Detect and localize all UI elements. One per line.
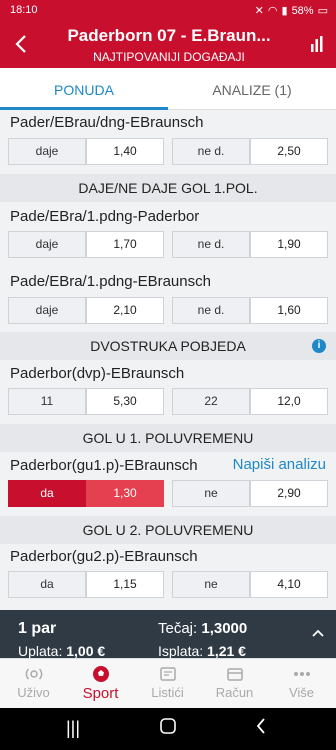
status-time: 18:10	[10, 4, 38, 16]
page-subtitle: NAJTIPOVANIJI DOGAĐAJI	[93, 50, 245, 64]
app-header: Paderborn 07 - E.Braun... NAJTIPOVANIJI …	[0, 22, 336, 68]
chevron-up-icon[interactable]	[312, 624, 324, 640]
system-nav-bar: |||	[0, 708, 336, 750]
tab-bar: PONUDA ANALIZE (1)	[0, 68, 336, 110]
football-icon	[92, 665, 110, 683]
nav-item-vise[interactable]: Više	[268, 659, 335, 709]
bottom-nav: Uživo Sport Listići Račun Više	[0, 658, 336, 708]
market-title: Paderbor(gu1.p)-EBraunsch	[10, 457, 198, 474]
odds-button[interactable]: 5,30	[86, 388, 164, 415]
outcome-label[interactable]: ne	[172, 480, 250, 507]
payout-label: Isplata:	[158, 643, 204, 658]
market-title: Pader/EBrau/dng-EBraunsch	[10, 114, 204, 131]
betslip-stake: Uplata: 1,00 €	[18, 643, 105, 658]
betslip-bar[interactable]: 1 par Uplata: 1,00 € Tečaj: 1,3000 Ispla…	[0, 610, 336, 658]
outcome-label[interactable]: ne	[172, 571, 250, 598]
odds-row: da 1,30 ne 2,90	[8, 480, 328, 507]
market-title: Pade/EBra/1.pdng-Paderbor	[10, 208, 200, 225]
outcome-label[interactable]: daje	[8, 138, 86, 165]
odds-value: 1,3000	[201, 620, 248, 637]
battery-level: 58%	[291, 4, 314, 17]
odds-row: daje 1,70 ne d. 1,90	[8, 231, 328, 258]
odds-button[interactable]: 4,10	[250, 571, 328, 598]
odds-button-selected[interactable]: 1,30	[86, 480, 164, 507]
betslip-pairs: 1 par	[18, 620, 57, 637]
nav-label: Uživo	[17, 685, 50, 700]
odds-button[interactable]: 2,50	[250, 138, 328, 165]
nav-item-sport[interactable]: Sport	[67, 659, 134, 709]
odds-label: Tečaj:	[158, 620, 198, 637]
back-icon[interactable]	[14, 34, 34, 56]
nav-label: Sport	[82, 685, 119, 702]
odds-row: daje 2,10 ne d. 1,60	[8, 297, 328, 324]
stake-label: Uplata:	[18, 643, 63, 658]
nav-label: Listići	[151, 685, 184, 700]
outcome-label[interactable]: daje	[8, 231, 86, 258]
odds-row: da 1,15 ne 4,10	[8, 571, 328, 598]
recent-apps-icon[interactable]: |||	[66, 718, 80, 739]
market-title: Paderbor(gu2.p)-EBraunsch	[10, 548, 198, 565]
outcome-label[interactable]: ne d.	[172, 297, 250, 324]
betslip-odds: Tečaj: 1,3000	[158, 620, 247, 637]
nav-item-uzivo[interactable]: Uživo	[0, 659, 67, 709]
live-icon	[25, 665, 43, 683]
section-title: DVOSTRUKA POBJEDA	[90, 338, 246, 354]
outcome-label[interactable]: daje	[8, 297, 86, 324]
odds-button[interactable]: 1,15	[86, 571, 164, 598]
section-header: GOL U 2. POLUVREMENU	[0, 516, 336, 544]
back-nav-icon[interactable]	[256, 718, 266, 739]
outcome-label[interactable]: 11	[8, 388, 86, 415]
odds-button[interactable]: 1,70	[86, 231, 164, 258]
odds-button[interactable]: 2,90	[250, 480, 328, 507]
stake-value: 1,00 €	[66, 643, 106, 658]
odds-row: daje 1,40 ne d. 2,50	[8, 138, 328, 165]
odds-row: 11 5,30 22 12,0	[8, 388, 328, 415]
nav-item-racun[interactable]: Račun	[201, 659, 268, 709]
write-analysis-link[interactable]: Napiši analizu	[233, 456, 326, 473]
outcome-label[interactable]: da	[8, 571, 86, 598]
market-title: Paderbor(dvp)-EBraunsch	[10, 365, 185, 382]
odds-button[interactable]: 2,10	[86, 297, 164, 324]
odds-button[interactable]: 1,40	[86, 138, 164, 165]
outcome-label-selected[interactable]: da	[8, 480, 86, 507]
more-icon	[293, 665, 311, 683]
odds-button[interactable]: 12,0	[250, 388, 328, 415]
market-title: Pade/EBra/1.pdng-EBraunsch	[10, 273, 211, 290]
tab-analize[interactable]: ANALIZE (1)	[168, 68, 336, 110]
statistics-icon[interactable]	[310, 36, 324, 52]
battery-icon: ▭	[317, 5, 328, 17]
section-header: DAJE/NE DAJE GOL 1.POL.	[0, 174, 336, 202]
section-header: GOL U 1. POLUVREMENU	[0, 424, 336, 452]
odds-button[interactable]: 1,60	[250, 297, 328, 324]
betslip-payout: Isplata: 1,21 €	[158, 643, 246, 658]
markets-list: Pader/EBrau/dng-EBraunsch daje 1,40 ne d…	[0, 110, 336, 610]
nav-item-listici[interactable]: Listići	[134, 659, 201, 709]
status-bar: 18:10 ✕ ◠ ▮ 58% ▭	[0, 0, 336, 22]
status-icons: ✕ ◠ ▮ 58% ▭	[254, 4, 328, 18]
outcome-label[interactable]: ne d.	[172, 138, 250, 165]
wifi-icon: ◠	[267, 5, 278, 17]
account-icon	[226, 665, 244, 683]
tab-ponuda[interactable]: PONUDA	[0, 68, 168, 110]
signal-icon: ▮	[281, 5, 288, 17]
outcome-label[interactable]: ne d.	[172, 231, 250, 258]
nav-label: Više	[288, 685, 315, 700]
nav-label: Račun	[215, 685, 254, 700]
info-icon[interactable]: i	[312, 339, 326, 353]
odds-button[interactable]: 1,90	[250, 231, 328, 258]
ticket-icon	[159, 665, 177, 683]
payout-value: 1,21 €	[207, 643, 246, 658]
mute-icon: ✕	[254, 5, 264, 17]
section-header: DVOSTRUKA POBJEDA i	[0, 332, 336, 360]
outcome-label[interactable]: 22	[172, 388, 250, 415]
home-icon[interactable]	[160, 718, 176, 739]
match-title: Paderborn 07 - E.Braun...	[67, 26, 271, 45]
